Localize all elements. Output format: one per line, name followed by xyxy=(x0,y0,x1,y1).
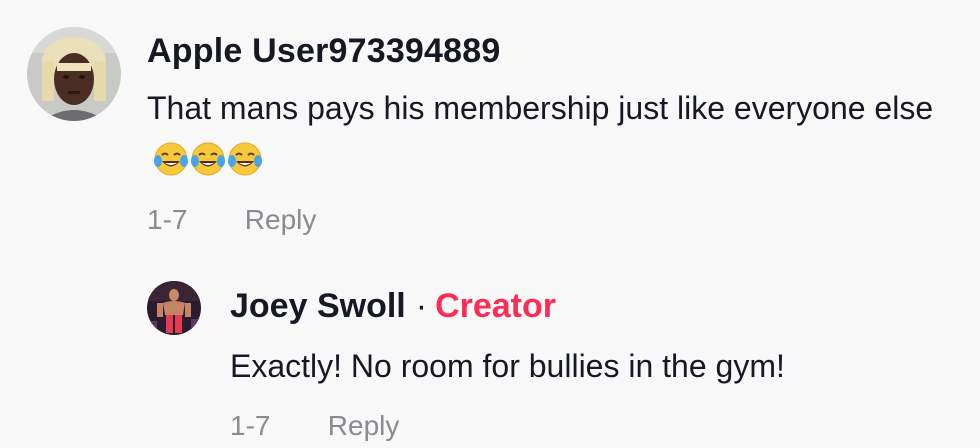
reply-username: Joey Swoll · Creator xyxy=(230,287,556,326)
tears-of-joy-emoji-icon xyxy=(154,142,188,176)
separator-dot: · xyxy=(415,287,428,325)
tears-of-joy-emoji-icon xyxy=(190,142,225,176)
comment-username[interactable]: Apple User973394889 xyxy=(147,32,500,71)
avatar-image xyxy=(27,27,121,121)
creator-badge: Creator xyxy=(435,287,556,325)
tears-of-joy-emoji-icon xyxy=(227,142,262,176)
emoji-group xyxy=(153,140,262,192)
reply-button[interactable]: Reply xyxy=(328,410,400,442)
reply-meta: 1-7 Reply xyxy=(230,410,399,442)
reply-username-text[interactable]: Joey Swoll xyxy=(230,287,406,325)
comment-date: 1-7 xyxy=(147,204,188,235)
avatar[interactable] xyxy=(147,281,201,335)
reply-button[interactable]: Reply xyxy=(245,204,317,236)
comment-meta: 1-7 Reply xyxy=(147,204,316,236)
reply-date: 1-7 xyxy=(230,410,271,441)
comment-text: That mans pays his membership just like … xyxy=(147,82,967,192)
comment-item: Apple User973394889 That mans pays his m… xyxy=(0,0,980,250)
comment-text-body: That mans pays his membership just like … xyxy=(147,90,934,126)
reply-text: Exactly! No room for bullies in the gym! xyxy=(230,348,785,384)
reply-item: Joey Swoll · Creator Exactly! No room for … xyxy=(0,270,980,448)
comment-thread: Apple User973394889 That mans pays his m… xyxy=(0,0,980,448)
avatar[interactable] xyxy=(27,27,121,121)
avatar-image xyxy=(147,281,201,335)
